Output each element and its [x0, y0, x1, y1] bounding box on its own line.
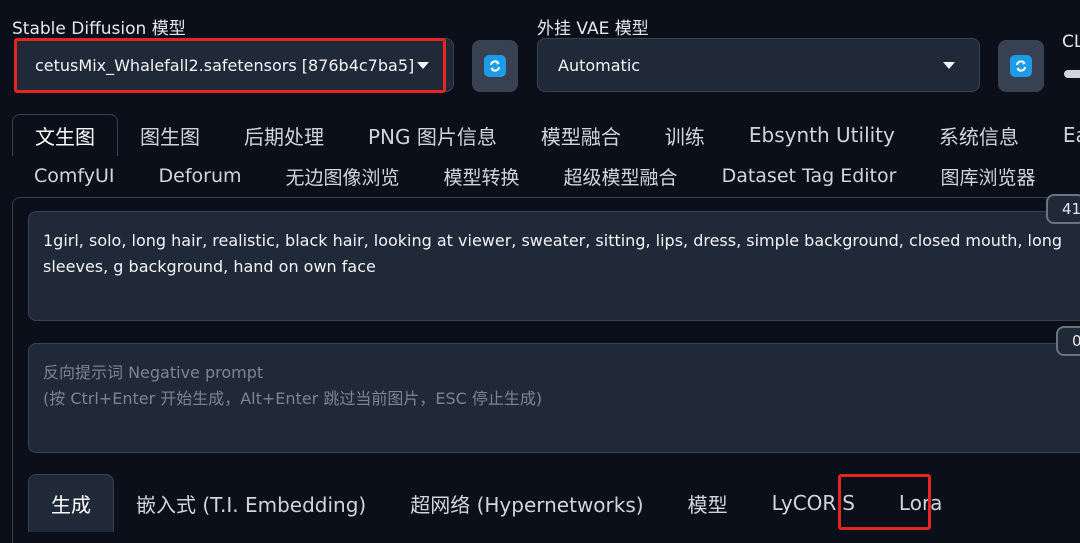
sd-model-dropdown[interactable]: cetusMix_Whalefall2.safetensors [876b4c7… [14, 38, 454, 92]
refresh-model-button[interactable] [472, 40, 518, 92]
negative-prompt-token-counter: 0 [1056, 326, 1080, 356]
subtab-checkpoints[interactable]: 模型 [666, 474, 750, 532]
prompt-textarea[interactable]: 1girl, solo, long hair, realistic, black… [28, 211, 1080, 321]
webui-root: Stable Diffusion 模型 cetusMix_Whalefall2.… [0, 0, 1080, 543]
vae-label: 外挂 VAE 模型 [537, 19, 649, 39]
tab-checkpoint-merger[interactable]: 模型融合 [519, 114, 643, 156]
tab-infinite-image-browsing[interactable]: 无边图像浏览 [264, 156, 422, 196]
tab-model-converter[interactable]: 模型转换 [422, 156, 542, 196]
vae-value: Automatic [558, 55, 641, 75]
main-tabs: 文生图 图生图 后期处理 PNG 图片信息 模型融合 训练 Ebsynth Ut… [12, 114, 1080, 156]
tab-dataset-tag-editor[interactable]: Dataset Tag Editor [700, 156, 919, 196]
sd-model-value: cetusMix_Whalefall2.safetensors [876b4c7… [35, 55, 415, 75]
tab-comfyui[interactable]: ComfyUI [12, 156, 137, 196]
subtab-lycoris[interactable]: LyCORIS [750, 474, 877, 532]
subtab-hypernetworks[interactable]: 超网络 (Hypernetworks) [388, 474, 665, 532]
clip-skip-label: CL [1062, 32, 1080, 52]
prompt-text: 1girl, solo, long hair, realistic, black… [43, 231, 1063, 276]
negative-prompt-textarea[interactable]: 反向提示词 Negative prompt (按 Ctrl+Enter 开始生成… [28, 343, 1080, 453]
clip-skip-slider[interactable] [1064, 70, 1080, 78]
chevron-down-icon [417, 62, 429, 69]
tab-extras[interactable]: 后期处理 [222, 114, 346, 156]
refresh-icon [1010, 55, 1032, 77]
negative-prompt-placeholder-1: 反向提示词 Negative prompt [43, 363, 264, 382]
tab-ebsynth-utility[interactable]: Ebsynth Utility [727, 114, 917, 156]
refresh-vae-button[interactable] [998, 40, 1044, 92]
vae-dropdown[interactable]: Automatic [537, 38, 980, 92]
tab-img2img[interactable]: 图生图 [118, 114, 222, 156]
subtab-generate[interactable]: 生成 [28, 474, 114, 532]
tab-image-browser[interactable]: 图库浏览器 [918, 156, 1057, 196]
chevron-down-icon [943, 62, 955, 69]
tab-system-info[interactable]: 系统信息 [917, 114, 1041, 156]
tab-png-info[interactable]: PNG 图片信息 [346, 114, 519, 156]
subtab-textual-inversion[interactable]: 嵌入式 (T.I. Embedding) [114, 474, 388, 532]
extension-tabs: ComfyUI Deforum 无边图像浏览 模型转换 超级模型融合 Datas… [12, 156, 1057, 196]
negative-prompt-placeholder-2: (按 Ctrl+Enter 开始生成，Alt+Enter 跳过当前图片，ESC … [43, 389, 543, 408]
tab-supermerger[interactable]: 超级模型融合 [542, 156, 700, 196]
tab-txt2img[interactable]: 文生图 [12, 114, 118, 156]
subtab-lora[interactable]: Lora [877, 474, 965, 532]
tab-ea[interactable]: Ea [1041, 114, 1080, 156]
extra-networks-tabs: 生成 嵌入式 (T.I. Embedding) 超网络 (Hypernetwor… [28, 474, 964, 532]
tab-deforum[interactable]: Deforum [137, 156, 264, 196]
refresh-icon [484, 55, 506, 77]
tab-train[interactable]: 训练 [643, 114, 727, 156]
sd-model-label: Stable Diffusion 模型 [12, 19, 186, 39]
prompt-token-counter: 41 [1046, 194, 1080, 224]
